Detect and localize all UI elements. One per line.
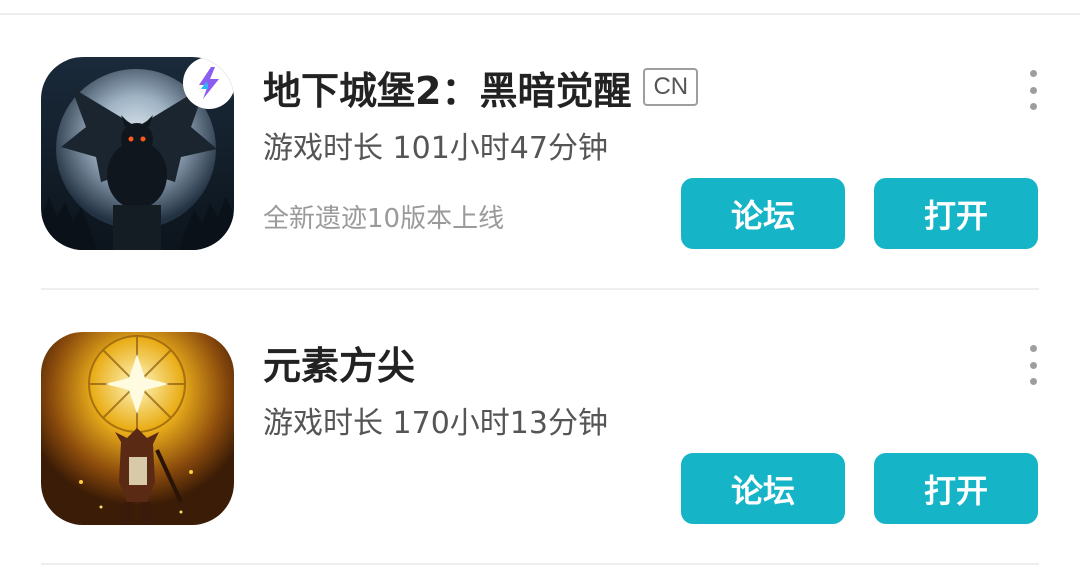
forum-button[interactable]: 论坛 [681, 178, 845, 249]
open-button[interactable]: 打开 [874, 178, 1038, 249]
region-badge: CN [643, 68, 699, 106]
title-row: 地下城堡2：黑暗觉醒 CN [263, 57, 699, 117]
obelisk-star-icon[interactable] [41, 332, 234, 525]
game-list-item[interactable]: 地下城堡2：黑暗觉醒 CN 游戏时长 101小时47分钟 全新遗迹10版本上线 … [0, 15, 1080, 289]
playtime-text: 游戏时长 170小时13分钟 [263, 406, 608, 441]
game-title[interactable]: 地下城堡2：黑暗觉醒 [263, 60, 631, 115]
gargoyle-moon-icon[interactable] [41, 57, 234, 250]
update-note[interactable]: 全新遗迹10版本上线 [263, 198, 504, 235]
game-list-item[interactable]: 元素方尖 游戏时长 170小时13分钟 论坛 打开 [0, 290, 1080, 564]
more-options-icon[interactable] [1018, 345, 1048, 385]
playtime-text: 游戏时长 101小时47分钟 [263, 131, 608, 166]
game-title[interactable]: 元素方尖 [263, 335, 415, 390]
row-divider [41, 563, 1039, 565]
forum-button[interactable]: 论坛 [681, 453, 845, 524]
more-options-icon[interactable] [1018, 70, 1048, 110]
open-button[interactable]: 打开 [874, 453, 1038, 524]
title-row: 元素方尖 [263, 332, 415, 392]
